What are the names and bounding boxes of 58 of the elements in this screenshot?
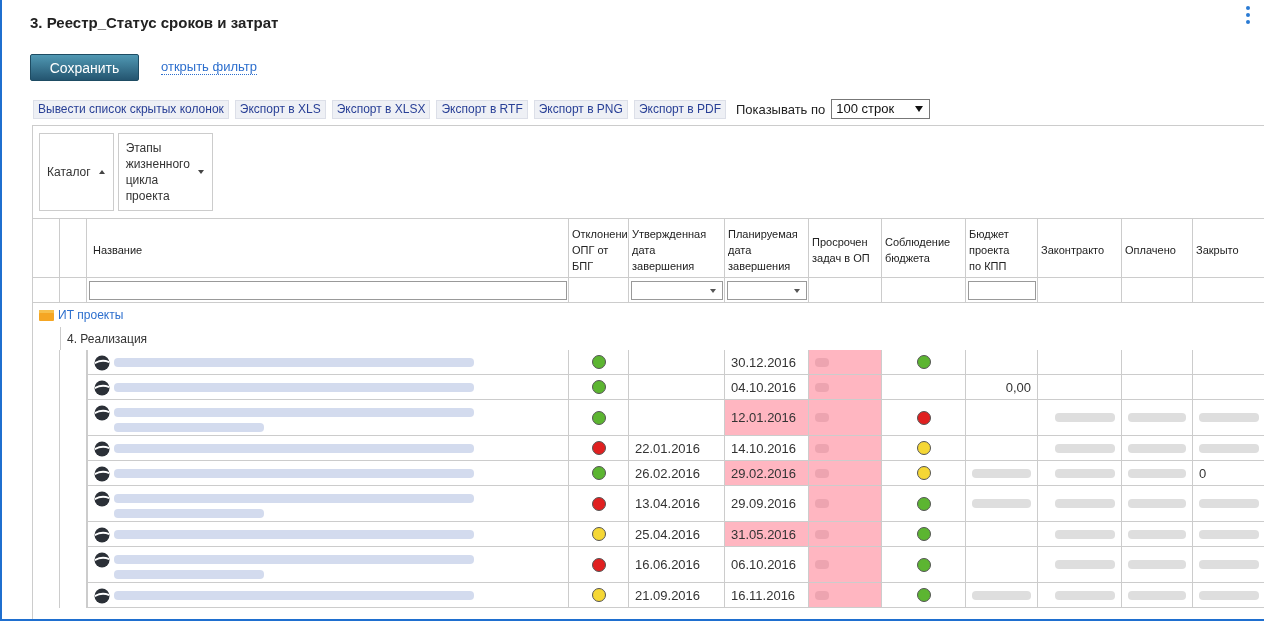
folder-icon — [39, 309, 54, 321]
cell-text: 04.10.2016 — [731, 379, 797, 395]
cell-text: 29.02.2016 — [731, 465, 797, 481]
cell-text: 30.12.2016 — [731, 354, 797, 370]
cell-text: 06.10.2016 — [731, 557, 797, 572]
disc-icon — [94, 491, 110, 507]
column-header[interactable]: Утвержденная дата завершения — [629, 219, 725, 278]
disc-icon — [94, 441, 110, 457]
disc-icon — [94, 588, 110, 604]
export-button[interactable]: Вывести список скрытых колонок — [33, 99, 229, 119]
column-header[interactable]: Название — [87, 219, 569, 278]
page-size-select[interactable]: 100 строк — [831, 99, 931, 119]
page-title: 3. Реестр_Статус сроков и затрат — [30, 14, 279, 33]
column-header[interactable]: Просрочен задач в ОП — [809, 219, 882, 278]
page-size-label: Показывать по — [736, 101, 826, 117]
column-header[interactable]: Оплачено — [1122, 219, 1193, 278]
disc-icon — [94, 355, 110, 371]
cell-text: 31.05.2016 — [731, 526, 797, 542]
cell-text: 16.11.2016 — [731, 587, 796, 603]
export-button[interactable]: Экспорт в PNG — [533, 99, 628, 119]
column-header[interactable]: Закрыто — [1193, 219, 1264, 278]
cell-text: 22.01.2016 — [635, 440, 701, 456]
group-by-chip[interactable]: Каталог — [39, 133, 114, 211]
cell-text: 0,00 — [1005, 379, 1031, 395]
table-cell — [1122, 350, 1193, 375]
disc-icon — [94, 527, 110, 543]
export-button[interactable]: Экспорт в RTF — [436, 99, 528, 119]
column-header[interactable]: Соблюдение бюджета — [882, 219, 966, 278]
cell-text: 12.01.2016 — [731, 410, 797, 425]
cell-text: 0 — [1199, 465, 1207, 481]
filter-input[interactable] — [968, 280, 1036, 300]
cell-text: 25.04.2016 — [635, 526, 701, 542]
export-button[interactable]: Экспорт в XLSX — [331, 99, 431, 119]
disc-icon — [94, 405, 110, 421]
disc-icon — [94, 552, 110, 568]
more-menu-icon[interactable] — [1246, 6, 1250, 24]
cell-text: 29.09.2016 — [731, 496, 797, 511]
filter-dropdown[interactable] — [631, 280, 723, 300]
column-header[interactable]: Отклонени ОПГ от БПГ — [569, 219, 629, 278]
subgroup-label: 4. Реализация — [60, 327, 148, 350]
export-button[interactable]: Экспорт в PDF — [633, 99, 726, 119]
filter-input[interactable] — [89, 280, 567, 300]
group-link[interactable]: ИТ проекты — [58, 308, 124, 322]
cell-text: 16.06.2016 — [635, 557, 701, 572]
column-header[interactable]: Бюджет проекта по КПП — [966, 219, 1038, 278]
disc-icon — [94, 380, 110, 396]
group-by-chip[interactable]: Этапы жизненного цикла проекта — [117, 133, 213, 211]
cell-text: 21.09.2016 — [635, 587, 701, 603]
cell-text: 14.10.2016 — [731, 440, 797, 456]
cell-text: 26.02.2016 — [635, 465, 701, 481]
export-button[interactable]: Экспорт в XLS — [234, 99, 326, 119]
filter-dropdown[interactable] — [727, 280, 807, 300]
column-header[interactable]: Планируемая дата завершения — [725, 219, 809, 278]
save-button[interactable]: Сохранить — [30, 54, 139, 81]
column-header[interactable]: Законтракто — [1038, 219, 1122, 278]
disc-icon — [94, 466, 110, 482]
open-filter-link[interactable]: открыть фильтр — [161, 60, 257, 75]
cell-text: 13.04.2016 — [635, 496, 701, 511]
